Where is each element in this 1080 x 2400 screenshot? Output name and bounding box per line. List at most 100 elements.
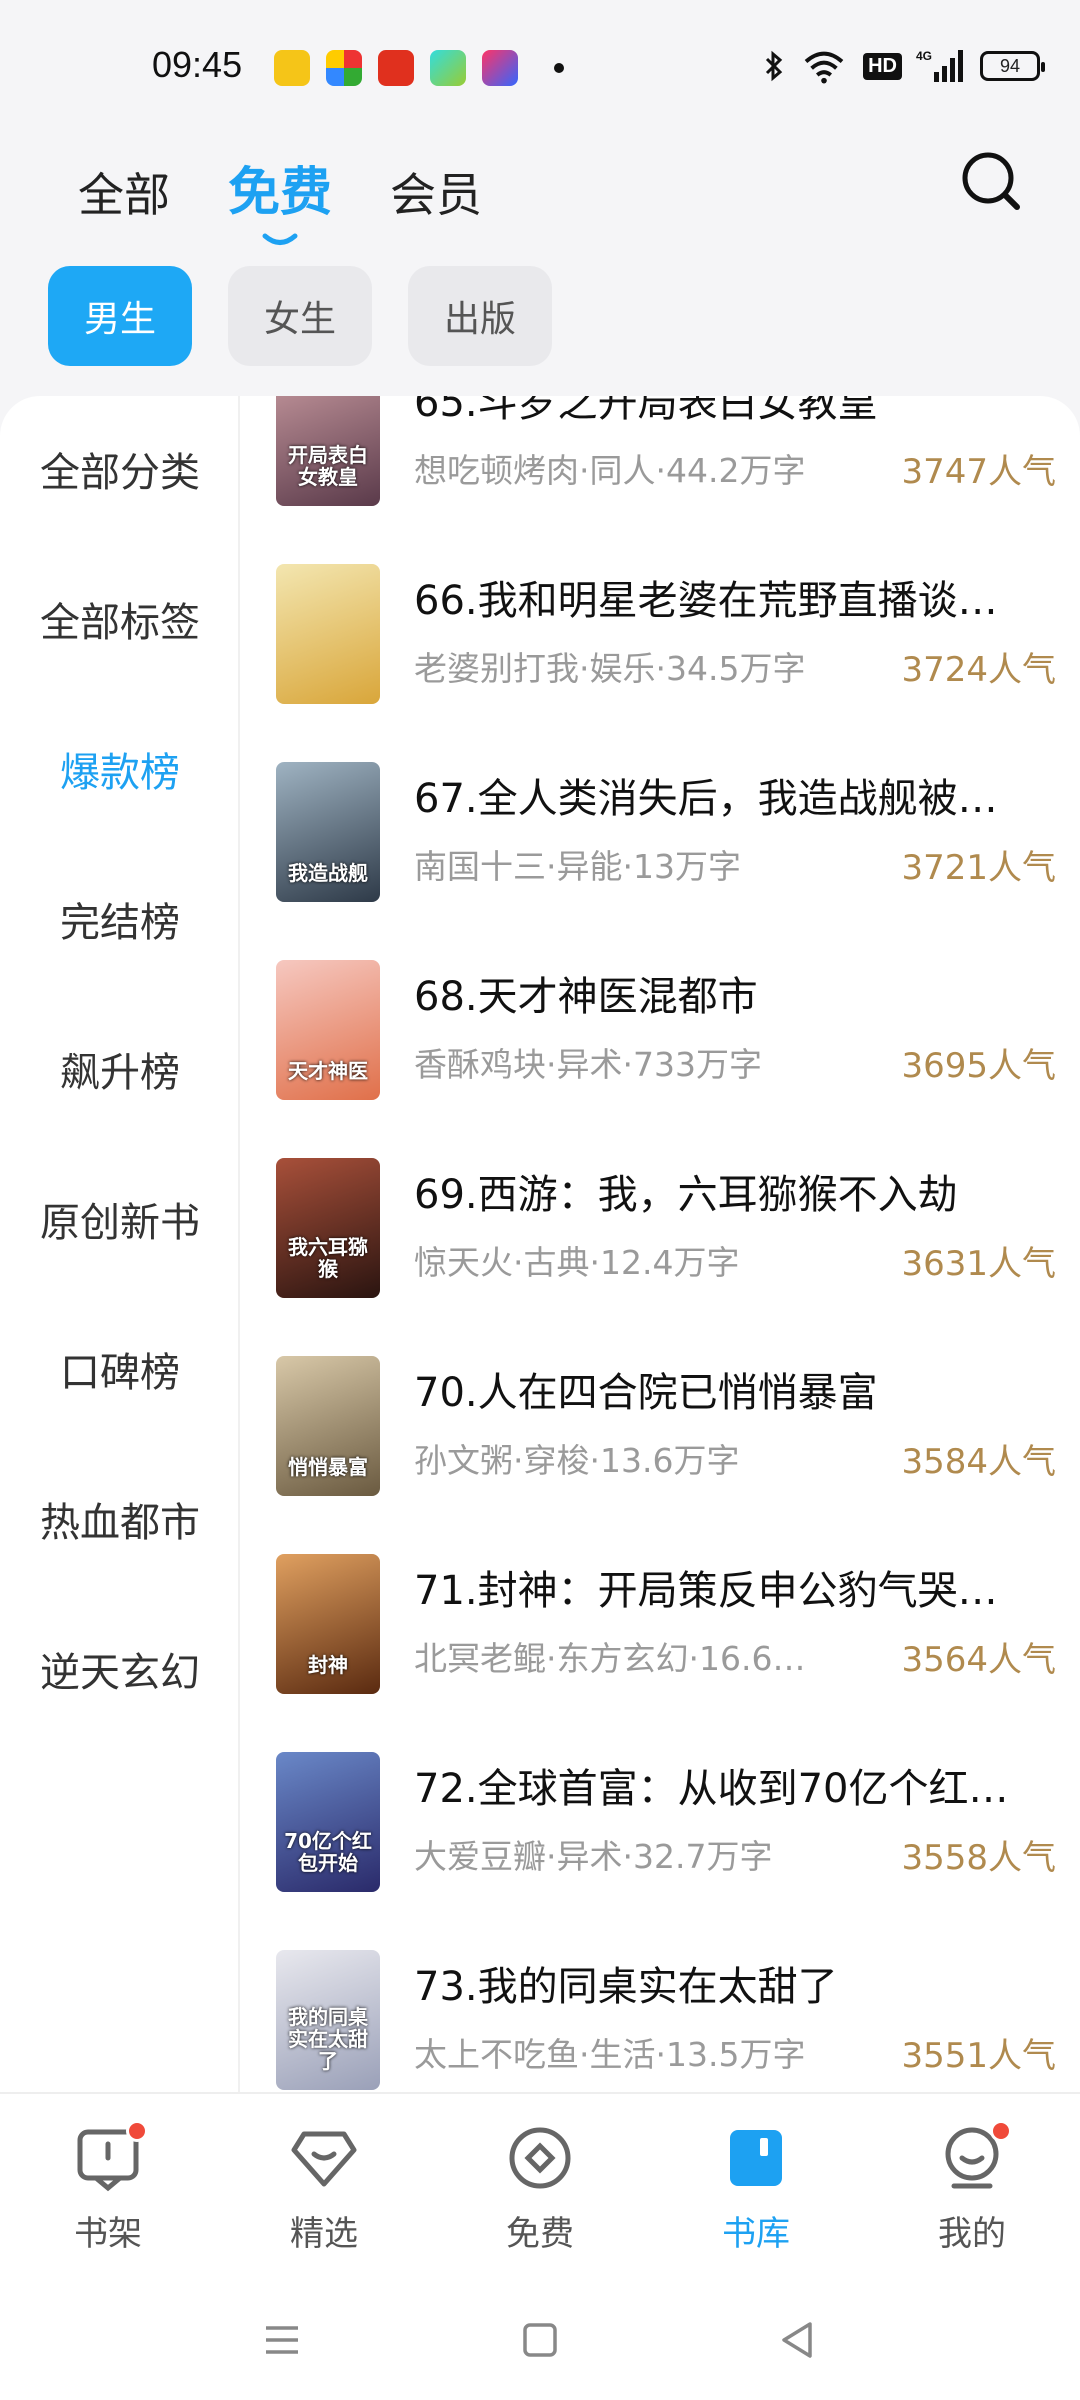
book-title: 69.西游：我，六耳猕猴不入劫: [414, 1172, 958, 1218]
book-item[interactable]: 66.我和明星老婆在荒野直播谈恋爱 老婆别打我·娱乐·34.5万字 3724人气: [276, 564, 1056, 724]
book-title: 66.我和明星老婆在荒野直播谈恋爱: [414, 578, 1034, 624]
pinduoduo-app-icon: [378, 50, 414, 86]
book-popularity: 3584人气: [901, 1442, 1056, 1482]
cover-text: 天才神医: [288, 1059, 368, 1083]
book-cover: [276, 564, 380, 704]
book-meta: 香酥鸡块·异术·733万字: [414, 1045, 762, 1084]
book-cover: 70亿个红包开始: [276, 1752, 380, 1892]
nav-bookshelf[interactable]: 书架: [28, 2120, 188, 2255]
cover-text: 我造战舰: [288, 861, 368, 885]
book-popularity: 3631人气: [901, 1244, 1056, 1284]
profile-icon: [938, 2120, 1012, 2192]
book-popularity: 3558人气: [901, 1838, 1056, 1878]
book-item[interactable]: 我六耳猕猴 69.西游：我，六耳猕猴不入劫 惊天火·古典·12.4万字 3631…: [276, 1158, 1056, 1318]
book-meta: 想吃顿烤肉·同人·44.2万字: [414, 451, 806, 490]
cover-text: 我的同桌实在太甜了: [288, 2005, 368, 2073]
book-popularity: 3564人气: [901, 1640, 1056, 1680]
book-meta: 惊天火·古典·12.4万字: [414, 1243, 740, 1282]
menu-icon[interactable]: [252, 2310, 312, 2370]
sidebar-item-all-categories[interactable]: 全部分类: [0, 440, 240, 498]
book-title: 72.全球首富：从收到70亿个红包开始: [414, 1766, 1034, 1812]
home-icon[interactable]: [510, 2310, 570, 2370]
nav-free[interactable]: 免费: [460, 2124, 620, 2255]
chip-male[interactable]: 男生: [48, 266, 192, 366]
book-cover: 开局表白女教皇: [276, 396, 380, 506]
notification-icons: [274, 50, 564, 86]
sidebar-item-all-tags[interactable]: 全部标签: [0, 590, 240, 648]
tab-vip[interactable]: 会员: [390, 159, 482, 225]
book-title: 71.封神：开局策反申公豹气哭元始天尊: [414, 1568, 1034, 1614]
cellular-signal-icon: 4G: [916, 49, 963, 82]
book-meta: 老婆别打我·娱乐·34.5万字: [414, 649, 806, 688]
book-cover: 我造战舰: [276, 762, 380, 902]
book-meta: 太上不吃鱼·生活·13.5万字: [414, 2035, 806, 2074]
book-item[interactable]: 我造战舰 67.全人类消失后，我造战舰被发现了 南国十三·异能·13万字 372…: [276, 762, 1056, 922]
content-panel: 全部分类 全部标签 爆款榜 完结榜 飙升榜 原创新书 口碑榜 热血都市 逆天玄幻…: [0, 396, 1080, 2092]
library-icon: [722, 2124, 790, 2192]
status-right: HD 4G 94: [763, 48, 1045, 84]
chip-female[interactable]: 女生: [228, 266, 372, 366]
sidebar-item-reputation-ranking[interactable]: 口碑榜: [0, 1340, 240, 1398]
book-title: 68.天才神医混都市: [414, 974, 758, 1020]
book-meta: 北冥老鲲·东方玄幻·16.6万字: [414, 1639, 834, 1678]
video-app-icon: [430, 50, 466, 86]
sidebar-item-rising-ranking[interactable]: 飙升榜: [0, 1040, 240, 1098]
book-cover: 天才神医: [276, 960, 380, 1100]
sidebar-item-urban[interactable]: 热血都市: [0, 1490, 240, 1548]
book-title: 70.人在四合院已悄悄暴富: [414, 1370, 878, 1416]
book-meta: 南国十三·异能·13万字: [414, 847, 741, 886]
svg-text:4G: 4G: [916, 49, 932, 63]
book-title: 65.斗罗之开局表白女教皇: [414, 396, 878, 426]
profile-badge: [990, 2120, 1012, 2142]
tab-active-indicator: [262, 233, 298, 245]
cover-text: 封神: [308, 1653, 348, 1677]
cover-text: 悄悄暴富: [288, 1455, 368, 1479]
nav-featured-label: 精选: [290, 2214, 358, 2254]
chip-published[interactable]: 出版: [408, 266, 552, 366]
book-title: 73.我的同桌实在太甜了: [414, 1964, 838, 2010]
book-popularity: 3747人气: [901, 452, 1056, 492]
sidebar-item-original-new[interactable]: 原创新书: [0, 1190, 240, 1248]
nav-featured[interactable]: 精选: [244, 2124, 404, 2255]
bottom-nav: 书架 精选 免费 书库 我的: [0, 2092, 1080, 2282]
tab-free[interactable]: 免费: [228, 150, 332, 245]
book-item[interactable]: 开局表白女教皇 65.斗罗之开局表白女教皇 想吃顿烤肉·同人·44.2万字 37…: [276, 396, 1056, 526]
system-nav-bar: [0, 2282, 1080, 2400]
sidebar-item-fantasy[interactable]: 逆天玄幻: [0, 1640, 240, 1698]
free-icon: [506, 2124, 574, 2192]
back-icon[interactable]: [768, 2310, 828, 2370]
book-cover: 封神: [276, 1554, 380, 1694]
sidebar-item-completed-ranking[interactable]: 完结榜: [0, 890, 240, 948]
nav-library[interactable]: 书库: [676, 2124, 836, 2255]
chrome-app-icon: [326, 50, 362, 86]
search-icon[interactable]: [960, 150, 1022, 212]
youku-app-icon: [482, 50, 518, 86]
tab-all[interactable]: 全部: [78, 159, 170, 225]
book-item[interactable]: 封神 71.封神：开局策反申公豹气哭元始天尊 北冥老鲲·东方玄幻·16.6万字 …: [276, 1554, 1056, 1714]
book-item[interactable]: 我的同桌实在太甜了 73.我的同桌实在太甜了 太上不吃鱼·生活·13.5万字 3…: [276, 1950, 1056, 2092]
top-tabs: 全部 免费 会员: [78, 150, 482, 245]
bookshelf-icon: [74, 2120, 148, 2192]
book-item[interactable]: 天才神医 68.天才神医混都市 香酥鸡块·异术·733万字 3695人气: [276, 960, 1056, 1120]
book-meta: 孙文粥·穿梭·13.6万字: [414, 1441, 740, 1480]
nav-free-label: 免费: [506, 2214, 574, 2254]
wifi-icon: [804, 51, 844, 84]
book-popularity: 3695人气: [901, 1046, 1056, 1086]
book-meta: 大爱豆瓣·异术·32.7万字: [414, 1837, 773, 1876]
cover-text: 我六耳猕猴: [288, 1235, 368, 1281]
book-cover: 我六耳猕猴: [276, 1158, 380, 1298]
book-popularity: 3721人气: [901, 848, 1056, 888]
app-screen: 09:45 HD 4G 94 全部 免费 会员 男生 女生 出版 全部分类 全部…: [0, 0, 1080, 2400]
battery-indicator: 94: [980, 51, 1045, 81]
book-popularity: 3551人气: [901, 2036, 1056, 2076]
notes-app-icon: [274, 50, 310, 86]
book-item[interactable]: 70亿个红包开始 72.全球首富：从收到70亿个红包开始 大爱豆瓣·异术·32.…: [276, 1752, 1056, 1912]
sidebar-item-hot-ranking[interactable]: 爆款榜: [0, 740, 240, 798]
nav-library-label: 书库: [722, 2214, 790, 2254]
book-item[interactable]: 悄悄暴富 70.人在四合院已悄悄暴富 孙文粥·穿梭·13.6万字 3584人气: [276, 1356, 1056, 1516]
nav-profile[interactable]: 我的: [892, 2120, 1052, 2255]
bookshelf-badge: [126, 2120, 148, 2142]
category-chips: 男生 女生 出版: [48, 266, 552, 366]
more-notifications-icon: [554, 63, 564, 73]
cover-text: 70亿个红包开始: [284, 1829, 372, 1875]
